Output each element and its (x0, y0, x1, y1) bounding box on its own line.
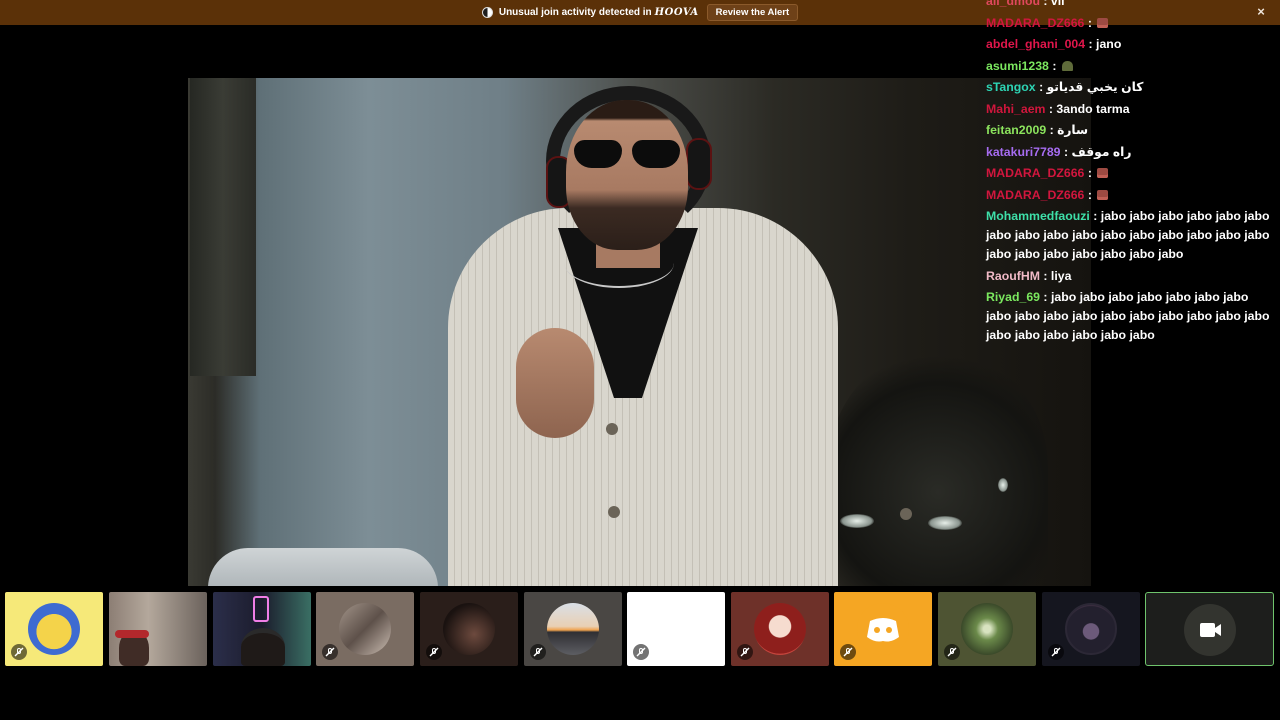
chat-username[interactable]: MADARA_DZ666 (986, 188, 1084, 202)
chat-text: 3ando tarma (1056, 101, 1130, 116)
chat-message: MADARA_DZ666 : (980, 164, 1276, 183)
chat-message: Mahi_aem : 3ando tarma (986, 101, 1130, 116)
chat-message: ali_dmou : vii (980, 0, 1276, 11)
streamer-figure (428, 78, 912, 586)
muted-mic-icon (322, 644, 338, 660)
avatar-tile-3[interactable] (316, 592, 414, 666)
chat-overlay: ali_dmou : vii MADARA_DZ666 : abdel_ghani… (980, 0, 1276, 350)
chat-message: MADARA_DZ666 : (980, 14, 1276, 33)
chat-text: كان يخبي قدياتو (1046, 80, 1144, 94)
wall-frame (190, 78, 256, 376)
chat-text: liya (1050, 268, 1072, 283)
chat-message: abdel_ghani_004 : jano (986, 37, 1122, 51)
camera-feed-tile-1[interactable] (109, 592, 207, 666)
chat-username[interactable]: Riyad_69 (986, 290, 1040, 304)
tunnel-avatar (961, 603, 1013, 655)
alert-server-name: HOOVA (654, 7, 699, 18)
chat-username[interactable]: ali_dmou (986, 0, 1040, 8)
red-cap (115, 630, 149, 638)
voice-channel-stage: Unusual join activity detected in HOOVA … (0, 0, 1280, 720)
muted-mic-icon (840, 644, 856, 660)
chat-text: jano (1096, 37, 1122, 51)
server-icon (481, 7, 493, 18)
chat-username[interactable]: MADARA_DZ666 (986, 16, 1084, 30)
chat-username[interactable]: abdel_ghani_004 (986, 37, 1085, 51)
motorcycle (828, 348, 1048, 586)
chat-username[interactable]: sTangox (986, 80, 1036, 94)
tunnel-avatar-tile[interactable] (938, 592, 1036, 666)
anime-girl-avatar-tile[interactable] (731, 592, 829, 666)
chat-text: راه موقف (1071, 144, 1132, 159)
red-face-emoji (1097, 168, 1109, 178)
chat-text: سارة (1057, 123, 1089, 137)
chat-message: MADARA_DZ666 : (980, 186, 1276, 205)
muted-mic-icon (530, 644, 546, 660)
video-camera-icon (1184, 604, 1236, 656)
chat-text: vii (1050, 0, 1065, 8)
chair (208, 548, 438, 586)
chat-username[interactable]: Mohammedfaouzi (986, 209, 1090, 223)
muted-mic-icon (1048, 644, 1064, 660)
alert-message: Unusual join activity detected in (498, 7, 652, 18)
sunset-avatar (547, 603, 599, 655)
camera-feed-tile-2[interactable] (213, 592, 311, 666)
person-silhouette (241, 628, 285, 666)
muted-mic-icon (11, 644, 27, 660)
discord-default-avatar-tile[interactable] (834, 592, 932, 666)
muted-mic-icon (944, 644, 960, 660)
chat-username[interactable]: asumi1238 (986, 59, 1049, 73)
blank-avatar-tile[interactable] (627, 592, 725, 666)
chat-message: Mohammedfaouzi : jabo jabo jabo jabo jab… (986, 209, 1270, 261)
dark-girl-avatar (1065, 603, 1117, 655)
profile-avatar (443, 603, 495, 655)
chat-username[interactable]: feitan2009 (986, 123, 1046, 137)
sunset-avatar-tile[interactable] (524, 592, 622, 666)
chat-message: Riyad_69 : jabo jabo jabo jabo jabo jabo… (986, 290, 1270, 342)
muted-mic-icon (737, 644, 753, 660)
discord-logo-icon (857, 603, 909, 655)
neon-logo (253, 596, 269, 622)
chat-username[interactable]: MADARA_DZ666 (986, 166, 1084, 180)
red-face-emoji (1097, 189, 1109, 200)
chat-message: katakuri7789 : راه موقف (986, 144, 1132, 159)
video-camera-tile[interactable] (1145, 592, 1274, 666)
anime-girl-avatar (754, 603, 806, 655)
chat-message: asumi1238 : (980, 57, 1276, 76)
muted-mic-icon (426, 644, 442, 660)
chat-username[interactable]: katakuri7789 (986, 145, 1061, 159)
muted-mic-icon (633, 644, 649, 660)
pikachu-avatar-tile[interactable] (5, 592, 103, 666)
red-face-emoji (1097, 17, 1109, 28)
chat-message: sTangox : كان يخبي قدياتو (986, 80, 1144, 94)
dark-girl-avatar-tile[interactable] (1042, 592, 1140, 666)
army-helmet-emoji (1061, 60, 1073, 71)
chat-message: feitan2009 : سارة (986, 123, 1089, 137)
avatar-tile-4[interactable] (420, 592, 518, 666)
main-video-feed[interactable] (188, 78, 1091, 586)
chat-message: RaoufHM : liya (986, 268, 1072, 283)
chat-username[interactable]: Mahi_aem (986, 102, 1045, 116)
pikachu-avatar (28, 603, 80, 655)
chat-username[interactable]: RaoufHM (986, 269, 1040, 283)
profile-avatar (339, 603, 391, 655)
review-alert-button[interactable]: Review the Alert (706, 4, 799, 21)
